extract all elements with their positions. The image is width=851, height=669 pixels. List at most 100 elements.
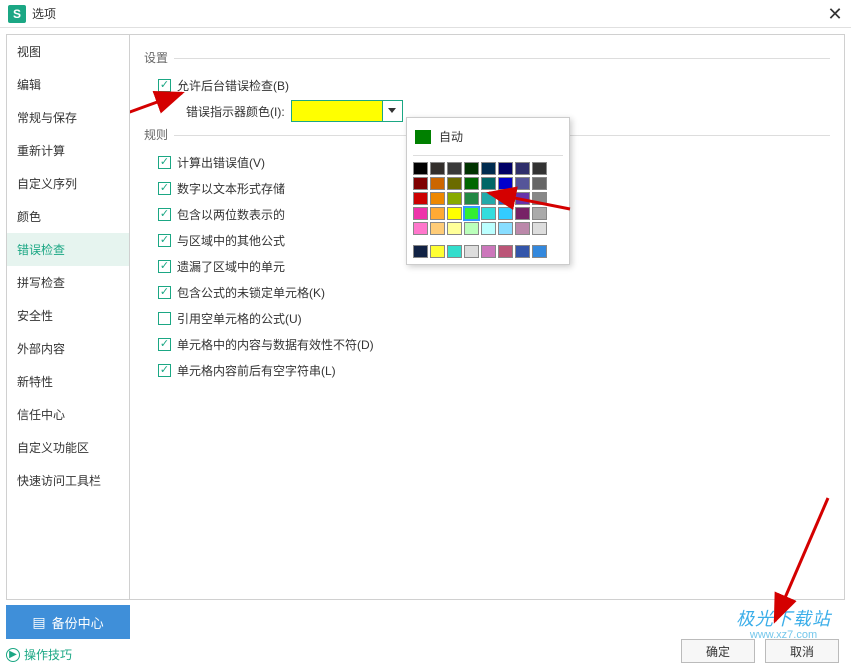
group-settings: 设置 (144, 49, 830, 66)
color-swatch-10[interactable] (447, 177, 462, 190)
sidebar-item-1[interactable]: 编辑 (7, 68, 129, 101)
sidebar-item-11[interactable]: 信任中心 (7, 398, 129, 431)
color-swatch-21[interactable] (498, 192, 513, 205)
color-swatch-36[interactable] (481, 222, 496, 235)
auto-color-swatch (415, 130, 431, 144)
rule-checkbox-6[interactable]: ✓ (158, 312, 171, 325)
color-swatch-extra-2[interactable] (447, 245, 462, 258)
rule-label-8: 单元格内容前后有空字符串(L) (177, 362, 336, 379)
color-swatch-7[interactable] (532, 162, 547, 175)
rule-checkbox-2[interactable]: ✓ (158, 208, 171, 221)
auto-label: 自动 (439, 128, 463, 145)
color-swatch (292, 101, 382, 121)
color-swatch-25[interactable] (430, 207, 445, 220)
color-swatch-extra-1[interactable] (430, 245, 445, 258)
sidebar-item-2[interactable]: 常规与保存 (7, 101, 129, 134)
color-swatch-18[interactable] (447, 192, 462, 205)
color-swatch-38[interactable] (515, 222, 530, 235)
color-palette-main (413, 162, 563, 235)
rule-checkbox-1[interactable]: ✓ (158, 182, 171, 195)
color-swatch-extra-3[interactable] (464, 245, 479, 258)
checkbox-allow-bg[interactable]: ✓ (158, 79, 171, 92)
label-indicator-color: 错误指示器颜色(I): (186, 103, 285, 120)
sidebar-item-8[interactable]: 安全性 (7, 299, 129, 332)
sidebar-item-13[interactable]: 快速访问工具栏 (7, 464, 129, 497)
color-swatch-34[interactable] (447, 222, 462, 235)
color-swatch-33[interactable] (430, 222, 445, 235)
color-swatch-1[interactable] (430, 162, 445, 175)
sidebar-item-12[interactable]: 自定义功能区 (7, 431, 129, 464)
rule-label-3: 与区域中的其他公式 (177, 232, 285, 249)
sidebar-item-7[interactable]: 拼写检查 (7, 266, 129, 299)
color-swatch-35[interactable] (464, 222, 479, 235)
rule-label-7: 单元格中的内容与数据有效性不符(D) (177, 336, 374, 353)
rule-label-1: 数字以文本形式存储 (177, 180, 285, 197)
color-swatch-4[interactable] (481, 162, 496, 175)
chevron-down-icon[interactable] (382, 101, 402, 121)
color-picker-popup: 自动 (406, 117, 570, 265)
color-swatch-30[interactable] (515, 207, 530, 220)
color-swatch-17[interactable] (430, 192, 445, 205)
rule-checkbox-5[interactable]: ✓ (158, 286, 171, 299)
color-swatch-0[interactable] (413, 162, 428, 175)
titlebar: S 选项 ✕ (0, 0, 851, 28)
rule-label-6: 引用空单元格的公式(U) (177, 310, 302, 327)
sidebar-item-3[interactable]: 重新计算 (7, 134, 129, 167)
rule-checkbox-4[interactable]: ✓ (158, 260, 171, 273)
rule-checkbox-8[interactable]: ✓ (158, 364, 171, 377)
color-swatch-13[interactable] (498, 177, 513, 190)
color-swatch-16[interactable] (413, 192, 428, 205)
color-swatch-32[interactable] (413, 222, 428, 235)
color-combo[interactable] (291, 100, 403, 122)
sidebar-item-4[interactable]: 自定义序列 (7, 167, 129, 200)
rule-checkbox-3[interactable]: ✓ (158, 234, 171, 247)
sidebar-item-6[interactable]: 错误检查 (7, 233, 129, 266)
sidebar-item-5[interactable]: 颜色 (7, 200, 129, 233)
color-swatch-extra-4[interactable] (481, 245, 496, 258)
color-swatch-39[interactable] (532, 222, 547, 235)
color-swatch-11[interactable] (464, 177, 479, 190)
app-icon: S (8, 5, 26, 23)
label-allow-bg: 允许后台错误检查(B) (177, 77, 289, 94)
color-swatch-extra-5[interactable] (498, 245, 513, 258)
rule-checkbox-0[interactable]: ✓ (158, 156, 171, 169)
backup-center-button[interactable]: ▤ 备份中心 (6, 605, 130, 639)
color-swatch-28[interactable] (481, 207, 496, 220)
color-swatch-8[interactable] (413, 177, 428, 190)
color-swatch-5[interactable] (498, 162, 513, 175)
rule-checkbox-7[interactable]: ✓ (158, 338, 171, 351)
color-swatch-2[interactable] (447, 162, 462, 175)
close-icon[interactable]: ✕ (823, 2, 847, 26)
watermark: 极光下载站 www.xz7.com (736, 605, 831, 641)
sidebar-item-9[interactable]: 外部内容 (7, 332, 129, 365)
color-swatch-24[interactable] (413, 207, 428, 220)
color-swatch-22[interactable] (515, 192, 530, 205)
rule-label-2: 包含以两位数表示的 (177, 206, 285, 223)
tips-link[interactable]: ▶ 操作技巧 (6, 646, 72, 663)
color-swatch-20[interactable] (481, 192, 496, 205)
color-swatch-37[interactable] (498, 222, 513, 235)
cancel-button[interactable]: 取消 (765, 639, 839, 663)
color-swatch-23[interactable] (532, 192, 547, 205)
color-swatch-15[interactable] (532, 177, 547, 190)
color-swatch-14[interactable] (515, 177, 530, 190)
sidebar: 视图编辑常规与保存重新计算自定义序列颜色错误检查拼写检查安全性外部内容新特性信任… (6, 34, 130, 600)
color-swatch-9[interactable] (430, 177, 445, 190)
color-swatch-31[interactable] (532, 207, 547, 220)
color-swatch-extra-7[interactable] (532, 245, 547, 258)
color-swatch-6[interactable] (515, 162, 530, 175)
color-auto-row[interactable]: 自动 (413, 124, 563, 153)
color-swatch-12[interactable] (481, 177, 496, 190)
color-swatch-27[interactable] (464, 207, 479, 220)
color-swatch-29[interactable] (498, 207, 513, 220)
color-swatch-extra-0[interactable] (413, 245, 428, 258)
color-swatch-extra-6[interactable] (515, 245, 530, 258)
sidebar-item-0[interactable]: 视图 (7, 35, 129, 68)
color-swatch-19[interactable] (464, 192, 479, 205)
rule-row-8: ✓ 单元格内容前后有空字符串(L) (158, 359, 830, 381)
rule-label-0: 计算出错误值(V) (177, 154, 265, 171)
color-swatch-3[interactable] (464, 162, 479, 175)
color-swatch-26[interactable] (447, 207, 462, 220)
sidebar-item-10[interactable]: 新特性 (7, 365, 129, 398)
ok-button[interactable]: 确定 (681, 639, 755, 663)
